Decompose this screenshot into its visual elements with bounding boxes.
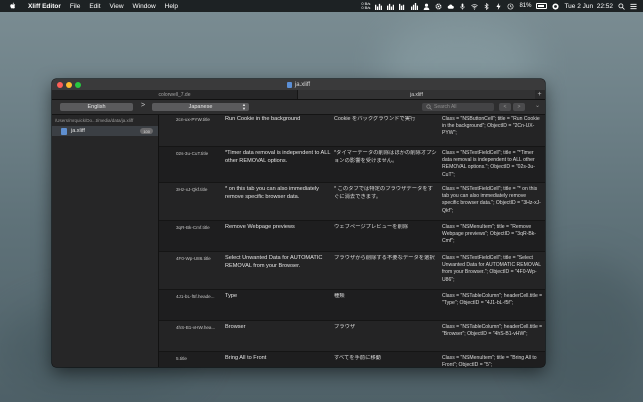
lightning-icon[interactable]: [495, 2, 502, 10]
cloud-icon[interactable]: [447, 3, 455, 10]
gear-icon[interactable]: [435, 3, 442, 10]
table-row[interactable]: 3qR-Bk-Cmf.title Remove Webpage previews…: [159, 221, 545, 252]
progress-badge: 100: [140, 128, 153, 134]
cell-id: 5.title: [176, 356, 187, 361]
file-sidebar: /Users/mrquick/Do...t/media/data/ja.xlif…: [52, 115, 159, 367]
cell-id: 4hS-B1-vHW.hea...: [176, 325, 216, 330]
cell-target[interactable]: 種類: [334, 293, 438, 301]
translation-table: ID ^ Source Target Note 2cn-ux-PYW.title…: [159, 115, 545, 367]
cell-note: Class = "NSTextFieldCell"; title = "*Tim…: [442, 150, 535, 178]
sensor-graph-icon[interactable]: [411, 2, 419, 10]
cell-target[interactable]: ブラウザ: [334, 324, 438, 332]
cell-id: 02s-3u-CuT.title: [176, 151, 209, 156]
next-match-button[interactable]: >: [513, 102, 525, 111]
table-row[interactable]: 02s-3u-CuT.title *Timer data removal is …: [159, 147, 545, 183]
menu-help[interactable]: Help: [165, 3, 178, 10]
microphone-icon[interactable]: [459, 2, 466, 10]
cell-target[interactable]: ブラウザから削除する不要なデータを選択: [334, 255, 438, 263]
tab-ja-xliff[interactable]: ja.xliff: [297, 90, 535, 99]
cell-source: Type: [225, 293, 238, 299]
search-icon[interactable]: [618, 2, 625, 10]
sidebar-item-ja-xliff[interactable]: ja.xliff 100: [52, 126, 158, 136]
cell-note: Class = "NSTableColumn"; headerCell.titl…: [442, 293, 543, 307]
cpu-graph-icon[interactable]: [375, 3, 383, 10]
tab-bar: colorwell_7.de ja.xliff +: [52, 90, 545, 100]
table-row[interactable]: 4hS-B1-vHW.hea... Browser ブラウザ Class = "…: [159, 321, 545, 352]
net-down-label: 0 B/s: [361, 5, 371, 10]
search-field-icon: [426, 103, 432, 110]
search-field[interactable]: Search All: [422, 102, 494, 111]
cell-source: * on this tab you can also immediately r…: [225, 186, 319, 200]
cell-note: Class = "NSMenuItem"; title = "Remove We…: [442, 224, 536, 245]
menu-app-name[interactable]: Xliff Editor: [28, 3, 61, 10]
window-title: ja.xliff: [52, 79, 545, 90]
menubar-clock[interactable]: Tue 2 Jun 22:52: [564, 3, 613, 10]
table-row[interactable]: 5.title Bring All to Front すべてを手前に移動 Cla…: [159, 352, 545, 367]
cell-source: *Timer data removal is independent to AL…: [225, 150, 331, 164]
table-row[interactable]: 2cn-ux-PYW.title Run Cookie in the backg…: [159, 115, 545, 147]
file-path: /Users/mrquick/Do...t/media/data/ja.xlif…: [55, 118, 134, 123]
target-language-select[interactable]: Japanese ▲ ▼: [152, 101, 249, 111]
apple-icon[interactable]: [9, 2, 17, 10]
target-language-value: Japanese: [188, 103, 213, 110]
chevron-down-icon[interactable]: ⌄: [535, 102, 540, 109]
cell-id: 4J1-bL-f5f.heade...: [176, 294, 215, 299]
user-icon[interactable]: [423, 3, 430, 10]
battery-percent[interactable]: 81%: [519, 3, 531, 9]
notification-center-icon[interactable]: [630, 3, 637, 10]
table-row[interactable]: 3Hz-xJ-Qkf.title * on this tab you can a…: [159, 183, 545, 221]
window-title-text: ja.xliff: [294, 81, 311, 88]
cell-id: 3qR-Bk-Cmf.title: [176, 225, 210, 230]
menu-window[interactable]: Window: [133, 3, 156, 10]
language-arrow-icon: >: [141, 102, 146, 109]
xliff-file-icon: [61, 127, 67, 135]
cell-id: 2cn-ux-PYW.title: [176, 117, 210, 122]
previous-match-button[interactable]: <: [499, 102, 511, 111]
battery-icon[interactable]: [536, 3, 548, 9]
cell-source: Run Cookie in the background: [225, 116, 301, 122]
tab-colorwell[interactable]: colorwell_7.de: [52, 90, 297, 99]
time-machine-icon[interactable]: [507, 3, 514, 10]
menu-view[interactable]: View: [110, 3, 124, 10]
new-tab-button[interactable]: +: [534, 90, 545, 99]
app-window: ja.xliff colorwell_7.de ja.xliff + Engli…: [52, 79, 545, 367]
menu-file[interactable]: File: [70, 3, 80, 10]
cell-note: Class = "NSTextFieldCell"; title = "Sele…: [442, 255, 541, 283]
bluetooth-icon[interactable]: [483, 2, 490, 10]
siri-icon[interactable]: [552, 2, 560, 10]
cell-note: Class = "NSTableColumn"; headerCell.titl…: [442, 324, 543, 338]
source-language-button[interactable]: English: [60, 102, 133, 111]
cell-source: Select Unwanted Data for AUTOMATIC REMOV…: [225, 255, 323, 269]
table-row[interactable]: 4F0-Wp-U86.title Select Unwanted Data fo…: [159, 252, 545, 290]
cell-source: Bring All to Front: [225, 355, 267, 361]
table-row[interactable]: 4J1-bL-f5f.heade... Type 種類 Class = "NST…: [159, 290, 545, 321]
title-bar[interactable]: ja.xliff: [52, 79, 545, 90]
cell-target[interactable]: *タイマーデータの削除はほかの削除オプションの影響を受けません。: [334, 150, 438, 165]
battery-fill: [538, 5, 545, 7]
menu-edit[interactable]: Edit: [89, 3, 100, 10]
cell-target[interactable]: Cookie をバックグラウンドで実行: [334, 116, 438, 124]
disk-graph-icon[interactable]: [399, 3, 406, 10]
wifi-icon[interactable]: [471, 3, 479, 10]
cell-source: Browser: [225, 324, 246, 330]
cell-note: Class = "NSTextFieldCell"; title = "* on…: [442, 186, 541, 214]
cell-target[interactable]: * このタブでは特定のブラウザデータをすぐに消去できます。: [334, 186, 438, 201]
menu-bar: Xliff Editor File Edit View Window Help …: [0, 0, 643, 12]
cell-note: Class = "NSButtonCell"; title = "Run Coo…: [442, 116, 540, 137]
cell-note: Class = "NSMenuItem"; title = "Bring All…: [442, 355, 537, 367]
sidebar-item-label: ja.xliff: [71, 128, 85, 134]
cell-id: 3Hz-xJ-Qkf.title: [176, 187, 208, 192]
network-speed-indicator[interactable]: 0 B/s 0 B/s: [361, 2, 370, 10]
memory-graph-icon[interactable]: [387, 3, 395, 10]
cell-source: Remove Webpage previews: [225, 224, 295, 230]
document-icon: [286, 81, 292, 88]
search-placeholder: Search All: [434, 103, 457, 110]
toolbar: English > Japanese ▲ ▼ Search All < > ⌄: [52, 100, 545, 115]
cell-id: 4F0-Wp-U86.title: [176, 256, 211, 261]
cell-target[interactable]: すべてを手前に移動: [334, 355, 438, 363]
select-updown-icon: ▲ ▼: [242, 101, 246, 111]
cell-target[interactable]: ウェブページプレビューを削除: [334, 224, 438, 232]
